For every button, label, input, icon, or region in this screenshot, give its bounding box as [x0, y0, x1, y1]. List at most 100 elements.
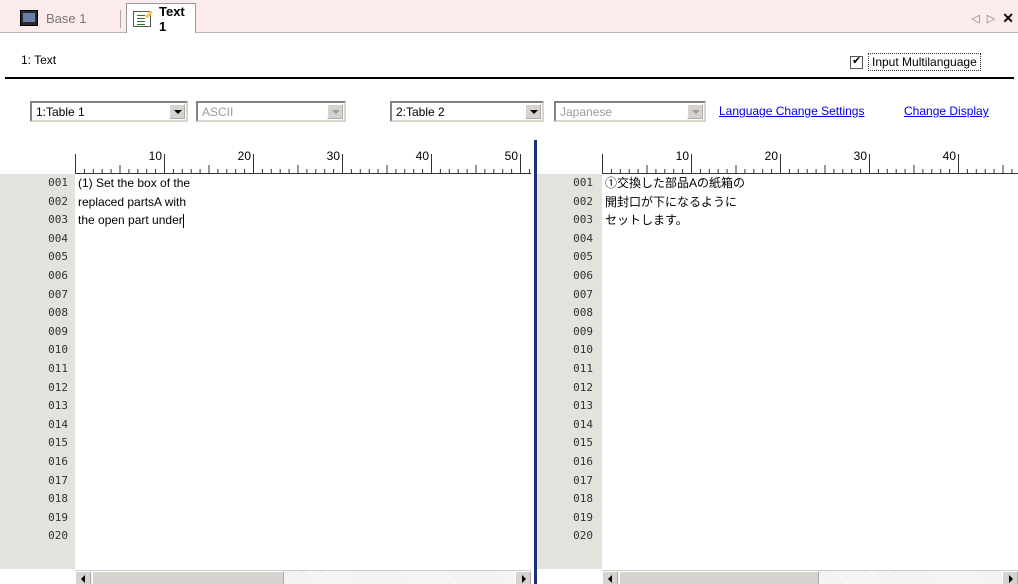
line-number: 016	[48, 454, 68, 468]
tab-navigation: ◁ ▷ ✕	[971, 10, 1014, 27]
ruler-label: 40	[943, 149, 957, 163]
right-line-numbers: 001 002 003 004 005 006 007 008 009 010 011 012 013 0…	[555, 174, 599, 546]
line-number: 005	[573, 250, 593, 264]
input-multilanguage-toggle[interactable]: Input Multilanguage	[850, 53, 981, 71]
line-number: 007	[48, 287, 68, 301]
tab-text-1[interactable]: Text 1	[126, 3, 196, 34]
chevron-down-icon[interactable]	[169, 104, 185, 119]
tab-next-icon[interactable]: ▷	[987, 12, 995, 25]
line-number: 008	[48, 306, 68, 320]
ruler-label: 10	[149, 149, 163, 163]
line-number: 002	[573, 194, 593, 208]
scroll-right-icon[interactable]	[515, 571, 531, 584]
line-number: 015	[573, 436, 593, 450]
line-number: 014	[573, 417, 593, 431]
scroll-right-icon[interactable]	[1002, 571, 1018, 584]
right-ruler: 10 20 30 40	[602, 146, 1018, 174]
line-number: 019	[573, 510, 593, 524]
ruler-svg: 10 20 30 40	[602, 149, 1013, 174]
text-line: replaced partsA with	[78, 194, 187, 209]
ruler-label: 10	[676, 149, 690, 163]
line-number: 018	[48, 492, 68, 506]
line-number: 003	[573, 213, 593, 227]
line-number: 003	[48, 213, 68, 227]
scroll-left-icon[interactable]	[602, 571, 618, 584]
line-number: 005	[48, 250, 68, 264]
line-number: 010	[48, 343, 68, 357]
line-number: 013	[48, 399, 68, 413]
chevron-down-icon[interactable]	[525, 104, 541, 119]
scroll-left-icon[interactable]	[75, 571, 91, 584]
tab-separator	[120, 10, 121, 28]
line-number: 020	[573, 529, 593, 543]
left-encoding-select: ASCII	[196, 101, 346, 122]
left-encoding-value: ASCII	[202, 105, 234, 119]
left-table-value: 1:Table 1	[36, 105, 85, 119]
line-number: 015	[48, 436, 68, 450]
scroll-thumb[interactable]	[619, 571, 819, 584]
close-icon[interactable]: ✕	[1002, 10, 1014, 27]
language-change-settings-link[interactable]: Language Change Settings	[719, 104, 864, 118]
tab-base-1[interactable]: Base 1	[14, 4, 126, 32]
ruler-label: 30	[327, 149, 341, 163]
line-number: 016	[573, 454, 593, 468]
text-line: ①交換した部品Aの紙箱の	[605, 176, 746, 190]
input-multilanguage-label[interactable]: Input Multilanguage	[868, 53, 981, 71]
chevron-down-icon	[327, 104, 343, 119]
right-horizontal-scrollbar[interactable]	[602, 570, 1018, 584]
text-caret	[182, 214, 184, 229]
header-divider	[5, 77, 1014, 79]
right-text-editor[interactable]: ①交換した部品Aの紙箱の 開封口が下になるように セットします。	[602, 174, 1018, 569]
line-number: 008	[573, 306, 593, 320]
line-number: 011	[48, 361, 68, 375]
text-document-icon	[133, 10, 151, 27]
line-number: 002	[48, 194, 68, 208]
right-table-select[interactable]: 2:Table 2	[390, 101, 544, 122]
line-number: 009	[573, 324, 593, 338]
tab-strip: Base 1 Text 1 ◁ ▷ ✕	[0, 0, 1018, 34]
text-line: セットします。	[605, 213, 688, 228]
left-ruler: 10 20 30 40 50	[75, 146, 531, 174]
left-horizontal-scrollbar[interactable]	[75, 570, 531, 584]
line-number: 013	[573, 399, 593, 413]
line-number: 011	[573, 361, 593, 375]
change-display-link[interactable]: Change Display	[904, 104, 989, 118]
tab-prev-icon[interactable]: ◁	[971, 12, 979, 25]
line-number: 006	[573, 268, 593, 282]
right-encoding-value: Japanese	[560, 105, 613, 119]
line-number: 019	[48, 510, 68, 524]
line-number: 007	[573, 287, 593, 301]
tab-label: Base 1	[46, 10, 87, 26]
line-number: 004	[48, 231, 68, 245]
text-line: (1) Set the box of the	[78, 176, 191, 190]
right-table-value: 2:Table 2	[396, 105, 445, 119]
line-number: 014	[48, 417, 68, 431]
input-multilanguage-checkbox[interactable]	[850, 54, 863, 69]
ruler-label: 20	[238, 149, 252, 163]
line-number: 017	[48, 473, 68, 487]
ruler-label: 40	[416, 149, 430, 163]
line-number: 020	[48, 529, 68, 543]
line-number: 017	[573, 473, 593, 487]
line-number: 001	[48, 176, 68, 189]
line-number: 009	[48, 324, 68, 338]
ruler-svg: 10 20 30 40 50	[75, 149, 530, 174]
monitor-icon	[20, 10, 38, 26]
left-text-editor[interactable]: (1) Set the box of the replaced partsA wi…	[75, 174, 531, 569]
text-line: 開封口が下になるように	[605, 194, 738, 209]
chevron-down-icon	[687, 104, 703, 119]
line-number: 012	[573, 380, 593, 394]
line-number: 001	[573, 176, 593, 189]
ruler-label: 30	[854, 149, 868, 163]
left-table-select[interactable]: 1:Table 1	[30, 101, 188, 122]
line-number: 004	[573, 231, 593, 245]
left-line-numbers: 001 002 003 004 005 006 007 008 009 010 011 012 013 0…	[30, 174, 74, 546]
tab-label: Text 1	[159, 3, 185, 34]
scroll-thumb[interactable]	[92, 571, 284, 584]
right-encoding-select: Japanese	[554, 101, 706, 122]
text-line: the open part under	[78, 213, 184, 229]
page-title: 1: Text	[21, 53, 57, 67]
ruler-label: 50	[505, 149, 519, 163]
ruler-label: 20	[765, 149, 779, 163]
line-number: 012	[48, 380, 68, 394]
